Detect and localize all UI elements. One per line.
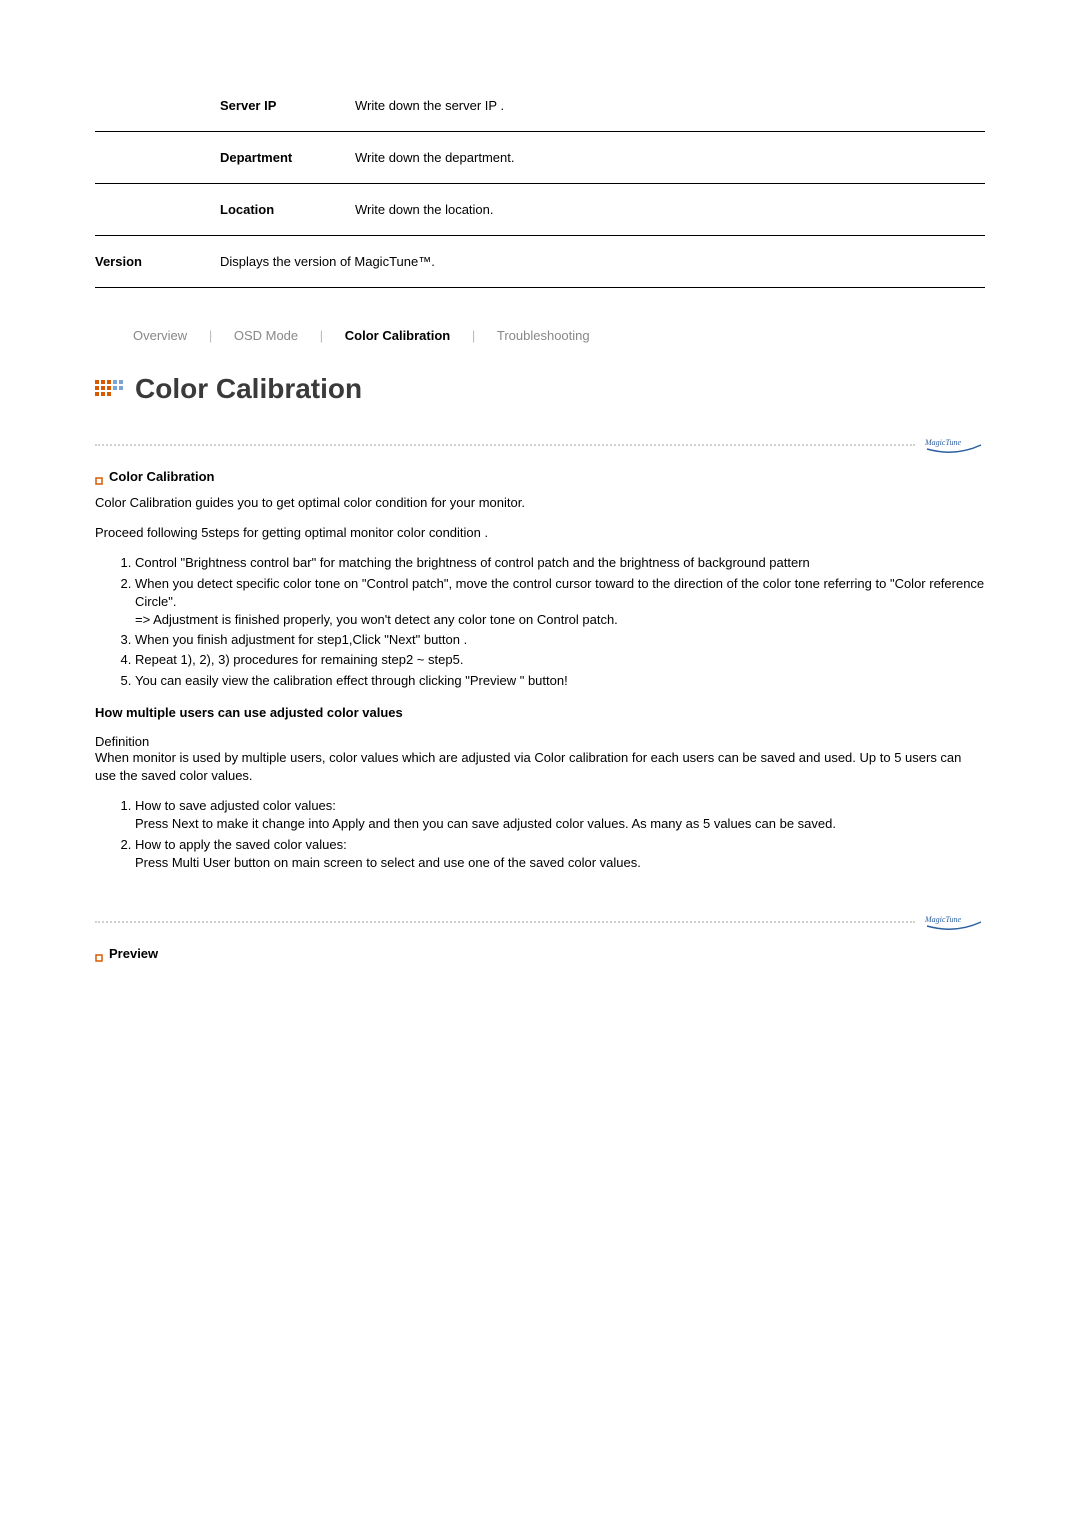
multi-users-heading: How multiple users can use adjusted colo… [95,704,985,722]
tab-separator: | [320,328,323,343]
list-item: How to apply the saved color values: Pre… [135,836,985,872]
subheading-preview-text: Preview [109,946,158,961]
desc-department: Write down the department. [355,132,985,184]
definition-label: Definition [95,734,985,749]
list-item: How to save adjusted color values: Press… [135,797,985,833]
tab-osd-mode[interactable]: OSD Mode [234,328,298,343]
info-row-server-ip: Server IP Write down the server IP . [95,80,985,132]
tabs-row: Overview | OSD Mode | Color Calibration … [95,328,985,343]
divider-with-logo: MagicTune [95,912,985,932]
subheading-color-calibration-text: Color Calibration [109,469,214,484]
list-item: When you detect specific color tone on "… [135,575,985,630]
section-title-row: Color Calibration [95,373,985,405]
magictune-logo-icon: MagicTune [925,435,985,455]
svg-text:MagicTune: MagicTune [925,438,961,447]
calibration-steps-list: Control "Brightness control bar" for mat… [95,554,985,689]
label-version: Version [95,236,220,288]
list-item: Control "Brightness control bar" for mat… [135,554,985,572]
info-row-department: Department Write down the department. [95,132,985,184]
section-title: Color Calibration [135,373,362,405]
intro-text-1: Color Calibration guides you to get opti… [95,494,985,512]
desc-version: Displays the version of MagicTune™. [220,236,985,288]
info-row-location: Location Write down the location. [95,184,985,236]
dotted-line [95,921,915,923]
info-row-version: Version Displays the version of MagicTun… [95,236,985,288]
info-table: Server IP Write down the server IP . Dep… [95,80,985,288]
label-server-ip: Server IP [220,80,355,132]
bullet-square-icon [95,473,103,481]
tab-separator: | [472,328,475,343]
subheading-preview: Preview [95,946,985,961]
list-item: You can easily view the calibration effe… [135,672,985,690]
definition-text: When monitor is used by multiple users, … [95,749,985,785]
multi-users-steps-list: How to save adjusted color values: Press… [95,797,985,872]
tab-troubleshooting[interactable]: Troubleshooting [497,328,590,343]
desc-location: Write down the location. [355,184,985,236]
grid-dots-icon [95,378,125,400]
svg-text:MagicTune: MagicTune [925,915,961,924]
divider-with-logo: MagicTune [95,435,985,455]
list-item: When you finish adjustment for step1,Cli… [135,631,985,649]
label-department: Department [220,132,355,184]
tab-overview[interactable]: Overview [133,328,187,343]
magictune-logo-icon: MagicTune [925,912,985,932]
bullet-square-icon [95,950,103,958]
intro-text-2: Proceed following 5steps for getting opt… [95,524,985,542]
tab-color-calibration[interactable]: Color Calibration [345,328,450,343]
desc-server-ip: Write down the server IP . [355,80,985,132]
label-location: Location [220,184,355,236]
tab-separator: | [209,328,212,343]
subheading-color-calibration: Color Calibration [95,469,985,484]
dotted-line [95,444,915,446]
list-item: Repeat 1), 2), 3) procedures for remaini… [135,651,985,669]
